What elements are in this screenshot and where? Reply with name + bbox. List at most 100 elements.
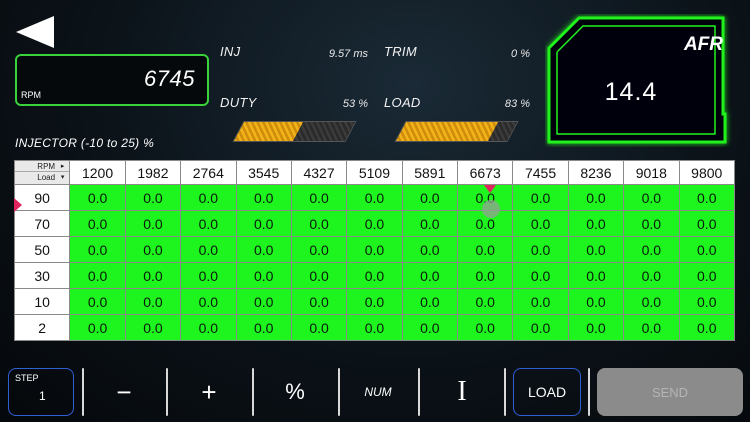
table-cell[interactable]: 0.0 [401, 184, 459, 211]
load-row-header: 90 [13, 184, 71, 211]
table-cell[interactable]: 0.0 [180, 236, 237, 263]
table-cell[interactable]: 0.0 [180, 210, 237, 237]
table-cell[interactable]: 0.0 [567, 184, 625, 211]
table-cell[interactable]: 0.0 [346, 184, 403, 211]
table-cell[interactable]: 0.0 [346, 262, 403, 289]
table-cell[interactable]: 0.0 [346, 288, 403, 315]
table-cell[interactable]: 0.0 [346, 314, 403, 341]
table-cell[interactable]: 0.0 [678, 288, 735, 315]
corner-load-label: Load [15, 172, 69, 183]
table-cell[interactable]: 0.0 [678, 210, 735, 237]
load-row-header: 10 [13, 288, 71, 315]
table-cell[interactable]: 0.0 [623, 184, 680, 211]
table-cell[interactable]: 0.0 [623, 262, 680, 289]
table-cell[interactable]: 0.0 [69, 314, 126, 341]
load-button[interactable]: LOAD [513, 368, 581, 416]
table-cell[interactable]: 0.0 [567, 288, 625, 315]
rpm-column-header: 2764 [180, 160, 237, 185]
load-row-header: 50 [13, 236, 71, 263]
table-cell[interactable]: 0.0 [401, 288, 459, 315]
table-cell[interactable]: 0.0 [623, 288, 680, 315]
table-cell[interactable]: 0.0 [456, 262, 514, 289]
table-cell[interactable]: 0.0 [567, 210, 625, 237]
table-cell[interactable]: 0.0 [235, 210, 292, 237]
table-cell[interactable]: 0.0 [567, 314, 625, 341]
table-cell[interactable]: 0.0 [346, 236, 403, 263]
load-row-header: 2 [13, 314, 71, 341]
duty-bar-fill [233, 122, 303, 141]
table-cell[interactable]: 0.0 [401, 236, 459, 263]
rpm-column-header: 9018 [623, 160, 680, 185]
table-cell[interactable]: 0.0 [69, 236, 126, 263]
table-cell[interactable]: 0.0 [512, 184, 569, 211]
table-cell[interactable]: 0.0 [678, 236, 735, 263]
table-cell[interactable]: 0.0 [290, 314, 348, 341]
table-cell[interactable]: 0.0 [180, 262, 237, 289]
table-cell[interactable]: 0.0 [401, 262, 459, 289]
table-cell[interactable]: 0.0 [180, 184, 237, 211]
num-button[interactable]: NUM [342, 368, 414, 416]
table-row: 30 0.0 0.0 0.0 0.0 0.0 0.0 0.0 0.0 0.0 0.0 0.0 0.0 [13, 262, 735, 289]
rpm-column-header: 9800 [678, 160, 735, 185]
minus-button[interactable]: − [86, 368, 162, 416]
table-cell[interactable]: 0.0 [124, 262, 182, 289]
table-cell[interactable]: 0.0 [69, 184, 126, 211]
table-cell[interactable]: 0.0 [235, 236, 292, 263]
table-cell[interactable]: 0.0 [180, 314, 237, 341]
table-cell[interactable]: 0.0 [512, 288, 569, 315]
table-cell[interactable]: 0.0 [456, 236, 514, 263]
table-title: INJECTOR (-10 to 25) % [15, 136, 155, 150]
table-row: 50 0.0 0.0 0.0 0.0 0.0 0.0 0.0 0.0 0.0 0.0 0.0 0.0 [13, 236, 735, 263]
table-cell[interactable]: 0.0 [678, 184, 735, 211]
table-row: 90 0.0 0.0 0.0 0.0 0.0 0.0 0.0 0.0 0.0 0.0 0.0 0.0 [13, 184, 735, 211]
table-corner[interactable]: RPM Load [13, 160, 71, 185]
table-cell[interactable]: 0.0 [290, 288, 348, 315]
table-cell[interactable]: 0.0 [456, 288, 514, 315]
table-cell[interactable]: 0.0 [124, 236, 182, 263]
table-cell[interactable]: 0.0 [290, 184, 348, 211]
table-cell[interactable]: 0.0 [346, 210, 403, 237]
table-row: 10 0.0 0.0 0.0 0.0 0.0 0.0 0.0 0.0 0.0 0.0 0.0 0.0 [13, 288, 735, 315]
table-cell[interactable]: 0.0 [512, 314, 569, 341]
table-cell[interactable]: 0.0 [678, 262, 735, 289]
table-cell[interactable]: 0.0 [69, 288, 126, 315]
table-cell[interactable]: 0.0 [235, 314, 292, 341]
table-cell[interactable]: 0.0 [290, 236, 348, 263]
table-cell[interactable]: 0.0 [235, 262, 292, 289]
trim-label: TRIM [384, 44, 417, 59]
table-cell[interactable]: 0.0 [235, 288, 292, 315]
table-cell[interactable]: 0.0 [401, 314, 459, 341]
back-button[interactable] [14, 14, 56, 50]
toolbar-divider [82, 368, 84, 416]
step-button[interactable]: STEP 1 [8, 368, 74, 416]
rpm-column-header: 1200 [69, 160, 126, 185]
rpm-column-header: 5891 [401, 160, 459, 185]
send-button[interactable]: SEND [597, 368, 743, 416]
table-cell[interactable]: 0.0 [678, 314, 735, 341]
table-cell[interactable]: 0.0 [290, 262, 348, 289]
table-cell[interactable]: 0.0 [512, 262, 569, 289]
table-cell[interactable]: 0.0 [290, 210, 348, 237]
table-cell[interactable]: 0.0 [124, 184, 182, 211]
table-cell[interactable]: 0.0 [124, 288, 182, 315]
table-cell[interactable]: 0.0 [69, 262, 126, 289]
table-cell[interactable]: 0.0 [623, 236, 680, 263]
step-value: 1 [39, 389, 46, 403]
rpm-column-header: 8236 [567, 160, 625, 185]
table-cell[interactable]: 0.0 [124, 210, 182, 237]
table-cell[interactable]: 0.0 [567, 262, 625, 289]
table-cell[interactable]: 0.0 [124, 314, 182, 341]
table-cell[interactable]: 0.0 [69, 210, 126, 237]
table-cell[interactable]: 0.0 [512, 210, 569, 237]
table-cell[interactable]: 0.0 [512, 236, 569, 263]
table-cell[interactable]: 0.0 [456, 314, 514, 341]
table-cell[interactable]: 0.0 [567, 236, 625, 263]
table-cell[interactable]: 0.0 [623, 314, 680, 341]
table-cell[interactable]: 0.0 [623, 210, 680, 237]
plus-button[interactable]: + [170, 368, 248, 416]
table-cell[interactable]: 0.0 [180, 288, 237, 315]
cursor-button[interactable]: I [422, 368, 502, 416]
table-cell[interactable]: 0.0 [235, 184, 292, 211]
table-cell[interactable]: 0.0 [401, 210, 459, 237]
percent-button[interactable]: % [256, 368, 334, 416]
